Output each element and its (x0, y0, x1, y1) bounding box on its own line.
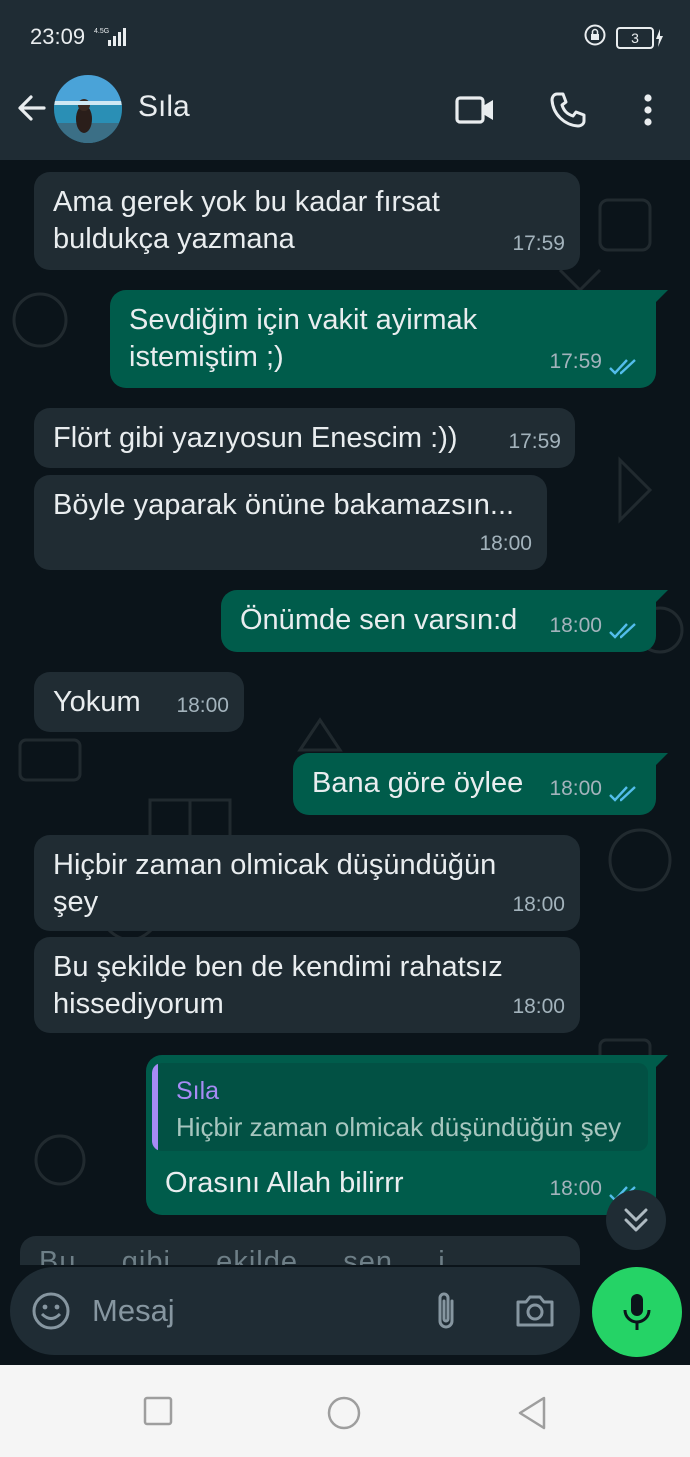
read-ticks-icon (609, 786, 636, 802)
message-text: Önümde sen varsın:d (240, 604, 518, 636)
battery-level: 3 (616, 26, 654, 49)
status-time: 23:09 (30, 24, 86, 49)
message-bubble-outgoing[interactable]: Bana göre öylee 18:00 (293, 753, 668, 815)
message-time: 17:59 (512, 232, 565, 255)
message-bubble-incoming[interactable]: Ama gerek yok bu kadar fırsat buldukça y… (34, 172, 580, 270)
message-bubble-incoming[interactable]: Böyle yaparak önüne bakamazsın... 18:00 (34, 475, 547, 570)
message-text: Ama gerek yok bu kadar fırsat (53, 186, 440, 218)
read-ticks-icon (609, 359, 636, 375)
message-time: 18:00 (549, 614, 602, 637)
message-text: Bu ... gibi ... ekilde ... sen ... i (39, 1246, 446, 1265)
emoji-icon[interactable] (30, 1290, 72, 1337)
home-icon[interactable] (326, 1395, 362, 1436)
message-text: şey (53, 886, 99, 918)
video-call-icon[interactable] (454, 90, 496, 135)
message-composer[interactable]: Mesaj (10, 1267, 580, 1355)
message-text: Sevdiğim için vakit ayirmak (129, 304, 478, 336)
message-text: buldukça yazmana (53, 223, 295, 255)
network-type: 4.5G (94, 28, 109, 35)
signal-icon: 4.5G (94, 26, 128, 53)
message-time: 18:00 (512, 893, 565, 916)
message-bubble-incoming[interactable]: Hiçbir zaman olmicak düşündüğün şey 18:0… (34, 835, 580, 931)
phone-icon[interactable] (548, 90, 588, 135)
message-time: 17:59 (508, 430, 561, 453)
status-indicators: 3 (584, 24, 664, 51)
message-bubble-incoming[interactable]: Flört gibi yazıyosun Enescim :)) 17:59 (34, 408, 575, 468)
message-text: Yokum (53, 686, 141, 718)
arrow-left-icon[interactable] (14, 90, 50, 131)
message-bubble-incoming[interactable]: Bu şekilde ben de kendimi rahatsız hisse… (34, 937, 580, 1033)
scroll-to-bottom-button[interactable] (606, 1190, 666, 1250)
message-bubble-outgoing[interactable]: Sevdiğim için vakit ayirmak istemiştim ;… (110, 290, 668, 388)
message-time: 18:00 (549, 1177, 602, 1200)
lock-icon (584, 24, 606, 51)
read-ticks-icon (609, 623, 636, 639)
message-text: istemiştim ;) (129, 341, 284, 373)
camera-icon[interactable] (514, 1291, 556, 1334)
message-text: Böyle yaparak önüne bakamazsın... (53, 489, 515, 521)
message-text: Hiçbir zaman olmicak düşündüğün (53, 849, 497, 881)
message-text: Bana göre öylee (312, 767, 524, 799)
mic-icon (623, 1294, 651, 1330)
message-bubble-incoming[interactable]: Yokum 18:00 (34, 672, 244, 732)
message-time: 18:00 (479, 532, 532, 555)
message-time: 18:00 (176, 694, 229, 717)
message-text: hissediyorum (53, 988, 224, 1020)
double-chevron-down-icon (624, 1208, 648, 1232)
paperclip-icon[interactable] (428, 1289, 464, 1338)
back-nav-icon[interactable] (516, 1395, 548, 1436)
quoted-text: Hiçbir zaman olmicak düşündüğün şey (176, 1112, 622, 1142)
message-input[interactable]: Mesaj (92, 1293, 175, 1329)
recent-apps-icon[interactable] (142, 1395, 174, 1432)
chat-header: Sıla (0, 72, 690, 160)
quoted-message[interactable]: Sıla Hiçbir zaman olmicak düşündüğün şey (152, 1063, 648, 1151)
message-text: Bu şekilde ben de kendimi rahatsız (53, 951, 503, 983)
voice-message-button[interactable] (592, 1267, 682, 1357)
more-vert-icon[interactable] (638, 90, 658, 135)
status-bar: 23:09 4.5G 3 (0, 0, 690, 72)
quoted-author: Sıla (176, 1077, 220, 1105)
message-bubble-outgoing-reply[interactable]: Sıla Hiçbir zaman olmicak düşündüğün şey… (146, 1055, 668, 1215)
message-bubble-outgoing[interactable]: Önümde sen varsın:d 18:00 (221, 590, 668, 652)
message-text: Orasını Allah bilirrr (165, 1167, 404, 1199)
message-bubble-incoming-partial[interactable]: Bu ... gibi ... ekilde ... sen ... i (20, 1236, 580, 1265)
contact-name[interactable]: Sıla (138, 90, 190, 124)
battery-icon: 3 (616, 26, 664, 49)
message-time: 18:00 (549, 777, 602, 800)
message-text: Flört gibi yazıyosun Enescim :)) (53, 422, 458, 454)
message-time: 17:59 (549, 350, 602, 373)
chat-messages[interactable]: Ama gerek yok bu kadar fırsat buldukça y… (0, 160, 690, 1265)
avatar[interactable] (54, 75, 122, 143)
message-time: 18:00 (512, 995, 565, 1018)
system-navigation-bar (0, 1365, 690, 1457)
